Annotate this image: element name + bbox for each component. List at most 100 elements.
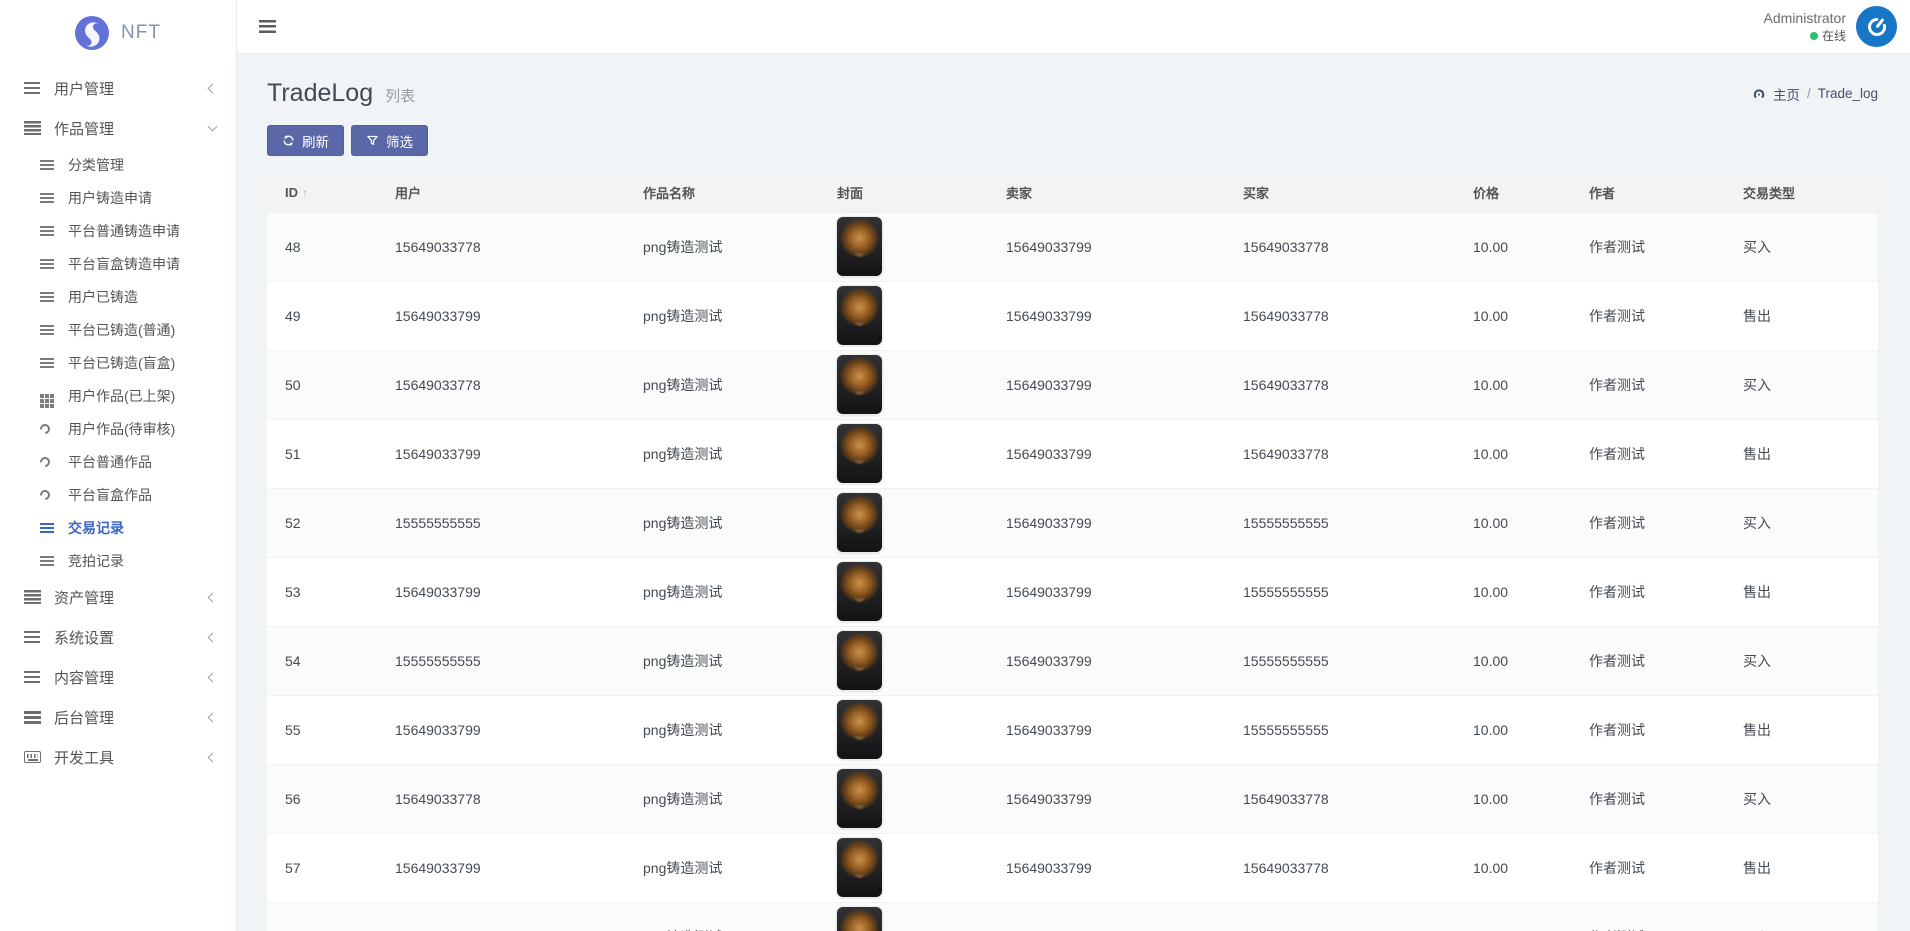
nft-artwork-thumbnail[interactable] (837, 838, 882, 897)
sidebar-item-system-settings[interactable]: 系统设置 (0, 617, 236, 657)
cell-buyer: 15555555555 (1225, 488, 1455, 557)
sidebar-item-user-minted[interactable]: 用户已铸造 (0, 280, 236, 313)
sidebar-item-platform-blindbox-mint-apply[interactable]: 平台盲盒铸造申请 (0, 247, 236, 280)
nft-artwork-thumbnail[interactable] (837, 562, 882, 621)
column-header-2[interactable]: 作品名称 (625, 174, 819, 212)
cell-price: 10.00 (1455, 488, 1571, 557)
filter-button[interactable]: 筛选 (351, 125, 428, 156)
nft-artwork-thumbnail[interactable] (837, 700, 882, 759)
table-row[interactable]: 4815649033778png铸造测试15649033799156490337… (267, 212, 1878, 281)
nft-artwork-thumbnail[interactable] (837, 769, 882, 828)
cell-price: 10.00 (1455, 281, 1571, 350)
sidebar-item-user-management[interactable]: 用户管理 (0, 68, 236, 108)
cell-work: png铸造测试 (625, 350, 819, 419)
cell-price: 10.00 (1455, 764, 1571, 833)
bars-sm-icon (40, 556, 68, 566)
refresh-button[interactable]: 刷新 (267, 125, 344, 156)
sidebar-item-label: 作品管理 (54, 118, 114, 139)
cell-type: 买入 (1725, 350, 1878, 419)
nft-artwork-thumbnail[interactable] (837, 907, 882, 931)
nft-artwork-thumbnail[interactable] (837, 631, 882, 690)
cell-author: 作者测试 (1571, 626, 1725, 695)
refresh-icon (282, 134, 295, 147)
cell-user: 15649033799 (377, 557, 625, 626)
column-header-8[interactable]: 交易类型 (1725, 174, 1878, 212)
online-label: 在线 (1822, 28, 1846, 44)
cell-id: 58 (267, 902, 377, 931)
column-header-6[interactable]: 价格 (1455, 174, 1571, 212)
cell-buyer: 15649033778 (1225, 419, 1455, 488)
cell-user: 15555555555 (377, 626, 625, 695)
sidebar-item-trade-log[interactable]: 交易记录 (0, 511, 236, 544)
cell-type: 售出 (1725, 557, 1878, 626)
user-name: Administrator (1764, 9, 1846, 28)
sidebar-item-platform-normal-works[interactable]: 平台普通作品 (0, 445, 236, 478)
cell-type: 售出 (1725, 419, 1878, 488)
sidebar-item-user-works-listed[interactable]: 用户作品(已上架) (0, 379, 236, 412)
user-meta: Administrator 在线 (1764, 9, 1846, 44)
nft-artwork-thumbnail[interactable] (837, 493, 882, 552)
spiral-icon (40, 424, 68, 434)
cell-cover (819, 764, 988, 833)
column-header-7[interactable]: 作者 (1571, 174, 1725, 212)
sidebar-item-label: 用户已铸造 (68, 287, 138, 307)
sidebar-item-category-management[interactable]: 分类管理 (0, 148, 236, 181)
table-row[interactable]: 5115649033799png铸造测试15649033799156490337… (267, 419, 1878, 488)
sidebar-item-label: 用户铸造申请 (68, 188, 152, 208)
sidebar-item-platform-blindbox-works[interactable]: 平台盲盒作品 (0, 478, 236, 511)
table-row[interactable]: 5615649033778png铸造测试15649033799156490337… (267, 764, 1878, 833)
cell-type: 买入 (1725, 764, 1878, 833)
sidebar-item-label: 平台普通铸造申请 (68, 221, 180, 241)
sidebar-item-content-management[interactable]: 内容管理 (0, 657, 236, 697)
hamburger-icon[interactable] (259, 20, 276, 33)
sidebar-item-backend-management[interactable]: 后台管理 (0, 697, 236, 737)
table-row[interactable]: 5215555555555png铸造测试15649033799155555555… (267, 488, 1878, 557)
sidebar-item-works-management[interactable]: 作品管理 (0, 108, 236, 148)
bars-sm-icon (40, 292, 68, 302)
table-row[interactable]: 5415555555555png铸造测试15649033799155555555… (267, 626, 1878, 695)
bars-sm-icon (40, 358, 68, 368)
keyboard-icon (24, 751, 54, 763)
cell-user: 15649033799 (377, 281, 625, 350)
nft-artwork-thumbnail[interactable] (837, 217, 882, 276)
table-row[interactable]: 5015649033778png铸造测试15649033799156490337… (267, 350, 1878, 419)
column-header-5[interactable]: 买家 (1225, 174, 1455, 212)
sidebar-item-label: 内容管理 (54, 667, 114, 688)
table-row[interactable]: 5715649033799png铸造测试15649033799156490337… (267, 833, 1878, 902)
sidebar-item-platform-minted-normal[interactable]: 平台已铸造(普通) (0, 313, 236, 346)
sidebar-item-dev-tools[interactable]: 开发工具 (0, 737, 236, 777)
sidebar-item-label: 用户作品(已上架) (68, 386, 175, 406)
sidebar-item-label: 平台普通作品 (68, 452, 152, 472)
sidebar-item-platform-normal-mint-apply[interactable]: 平台普通铸造申请 (0, 214, 236, 247)
column-header-1[interactable]: 用户 (377, 174, 625, 212)
sidebar-item-auction-log[interactable]: 竞拍记录 (0, 544, 236, 577)
user-menu[interactable]: Administrator 在线 (1764, 6, 1897, 47)
table-row[interactable]: 5819139586133png铸造测试15649033778191395861… (267, 902, 1878, 931)
sidebar-item-asset-management[interactable]: 资产管理 (0, 577, 236, 617)
power-icon (1860, 10, 1894, 44)
table-row[interactable]: 5515649033799png铸造测试15649033799155555555… (267, 695, 1878, 764)
sidebar-item-user-works-pending[interactable]: 用户作品(待审核) (0, 412, 236, 445)
filter-icon (366, 134, 379, 147)
table-row[interactable]: 4915649033799png铸造测试15649033799156490337… (267, 281, 1878, 350)
sidebar-item-platform-minted-blindbox[interactable]: 平台已铸造(盲盒) (0, 346, 236, 379)
spiral-icon (40, 490, 68, 500)
nft-artwork-thumbnail[interactable] (837, 424, 882, 483)
breadcrumb-home-link[interactable]: 主页 (1773, 84, 1800, 104)
nft-artwork-thumbnail[interactable] (837, 355, 882, 414)
table-row[interactable]: 5315649033799png铸造测试15649033799155555555… (267, 557, 1878, 626)
cell-user: 15649033799 (377, 833, 625, 902)
sidebar-item-user-mint-apply[interactable]: 用户铸造申请 (0, 181, 236, 214)
nft-artwork-thumbnail[interactable] (837, 286, 882, 345)
avatar[interactable] (1856, 6, 1897, 47)
bars-sm-icon (40, 325, 68, 335)
column-header-0[interactable]: ID↑ (267, 174, 377, 212)
cell-work: png铸造测试 (625, 764, 819, 833)
cell-user: 15555555555 (377, 488, 625, 557)
page-title: TradeLog (267, 79, 373, 108)
column-header-3[interactable]: 封面 (819, 174, 988, 212)
breadcrumb-current[interactable]: Trade_log (1818, 86, 1878, 101)
sidebar-item-label: 后台管理 (54, 707, 114, 728)
column-header-4[interactable]: 卖家 (988, 174, 1225, 212)
brand[interactable]: NFT (0, 0, 236, 66)
